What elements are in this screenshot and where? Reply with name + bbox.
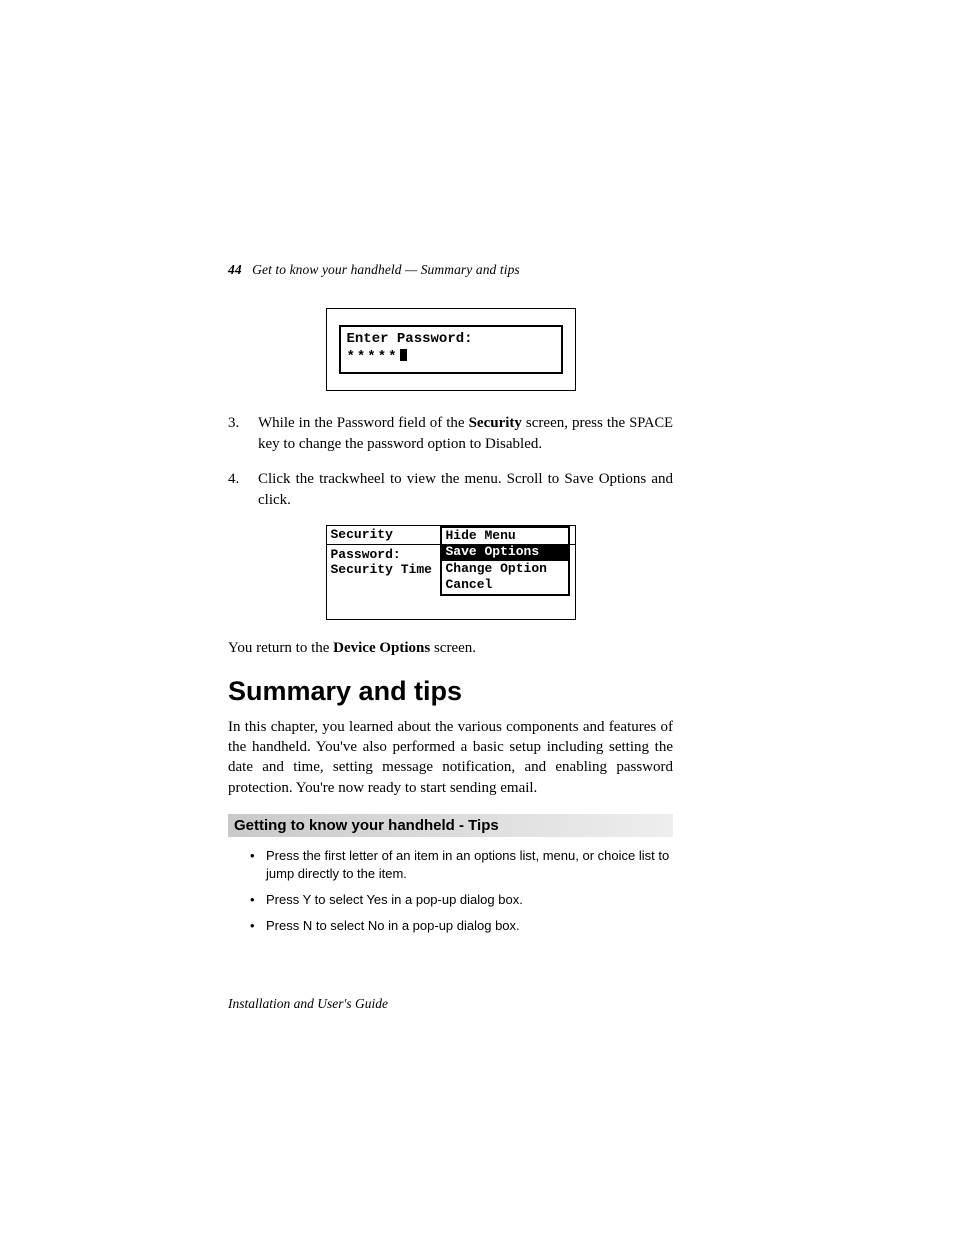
menu-item-selected: Save Options xyxy=(442,544,568,561)
tip-item: • Press Y to select Yes in a pop-up dial… xyxy=(250,891,673,909)
step-number: 3. xyxy=(228,413,258,455)
text-fragment: key to change the password option to Dis… xyxy=(258,436,542,452)
instruction-step: 3. While in the Password field of the Se… xyxy=(228,413,673,455)
menu-popup: Hide Menu Save Options Change Option Can… xyxy=(440,526,570,596)
text-fragment: screen. xyxy=(430,640,476,656)
text-cursor xyxy=(400,349,407,361)
step-number: 4. xyxy=(228,469,258,511)
running-title-right: Summary and tips xyxy=(421,262,520,277)
bullet-icon: • xyxy=(250,891,266,909)
bullet-icon: • xyxy=(250,847,266,883)
menu-left-line: Security Time xyxy=(331,562,432,578)
tip-item: • Press N to select No in a pop-up dialo… xyxy=(250,917,673,935)
menu-item: Cancel xyxy=(442,577,568,594)
password-label: Enter Password: xyxy=(347,331,555,349)
tip-text: Press Y to select Yes in a pop-up dialog… xyxy=(266,891,673,909)
menu-left-labels: Password: Security Time xyxy=(331,547,432,578)
password-prompt-box: Enter Password: ***** xyxy=(339,325,563,374)
instruction-steps: 3. While in the Password field of the Se… xyxy=(228,413,673,511)
running-title: 44 Get to know your handheld — Summary a… xyxy=(228,262,673,278)
running-title-separator: — xyxy=(402,262,421,277)
bullet-icon: • xyxy=(250,917,266,935)
text-fragment: While in the Password field of the xyxy=(258,415,469,431)
text-fragment: screen, press the xyxy=(522,415,629,431)
text-fragment: You return to the xyxy=(228,640,333,656)
section-heading: Summary and tips xyxy=(228,676,673,707)
menu-left-line: Password: xyxy=(331,547,432,563)
menu-screen: Security Password: Security Time Hide Me… xyxy=(326,525,576,620)
step-text: Click the trackwheel to view the menu. S… xyxy=(258,469,673,511)
tip-text: Press the first letter of an item in an … xyxy=(266,847,673,883)
page-number: 44 xyxy=(228,262,242,277)
password-mask: ***** xyxy=(347,349,399,365)
menu-body: Password: Security Time Hide Menu Save O… xyxy=(327,545,575,619)
text-smallcaps: SPACE xyxy=(629,415,673,431)
tips-list: • Press the first letter of an item in a… xyxy=(228,847,673,936)
running-title-left: Get to know your handheld xyxy=(252,262,401,277)
menu-item: Change Option xyxy=(442,561,568,578)
tips-heading-bar: Getting to know your handheld - Tips xyxy=(228,814,673,837)
instruction-step: 4. Click the trackwheel to view the menu… xyxy=(228,469,673,511)
menu-item: Hide Menu xyxy=(442,528,568,545)
text-bold: Device Options xyxy=(333,640,430,656)
document-footer: Installation and User's Guide xyxy=(228,996,673,1012)
summary-paragraph: In this chapter, you learned about the v… xyxy=(228,717,673,798)
tip-text: Press N to select No in a pop-up dialog … xyxy=(266,917,673,935)
password-screen: Enter Password: ***** xyxy=(326,308,576,391)
document-page: 44 Get to know your handheld — Summary a… xyxy=(228,262,673,1012)
step-text: While in the Password field of the Secur… xyxy=(258,413,673,455)
text-bold: Security xyxy=(469,415,522,431)
tip-item: • Press the first letter of an item in a… xyxy=(250,847,673,883)
return-paragraph: You return to the Device Options screen. xyxy=(228,638,673,658)
